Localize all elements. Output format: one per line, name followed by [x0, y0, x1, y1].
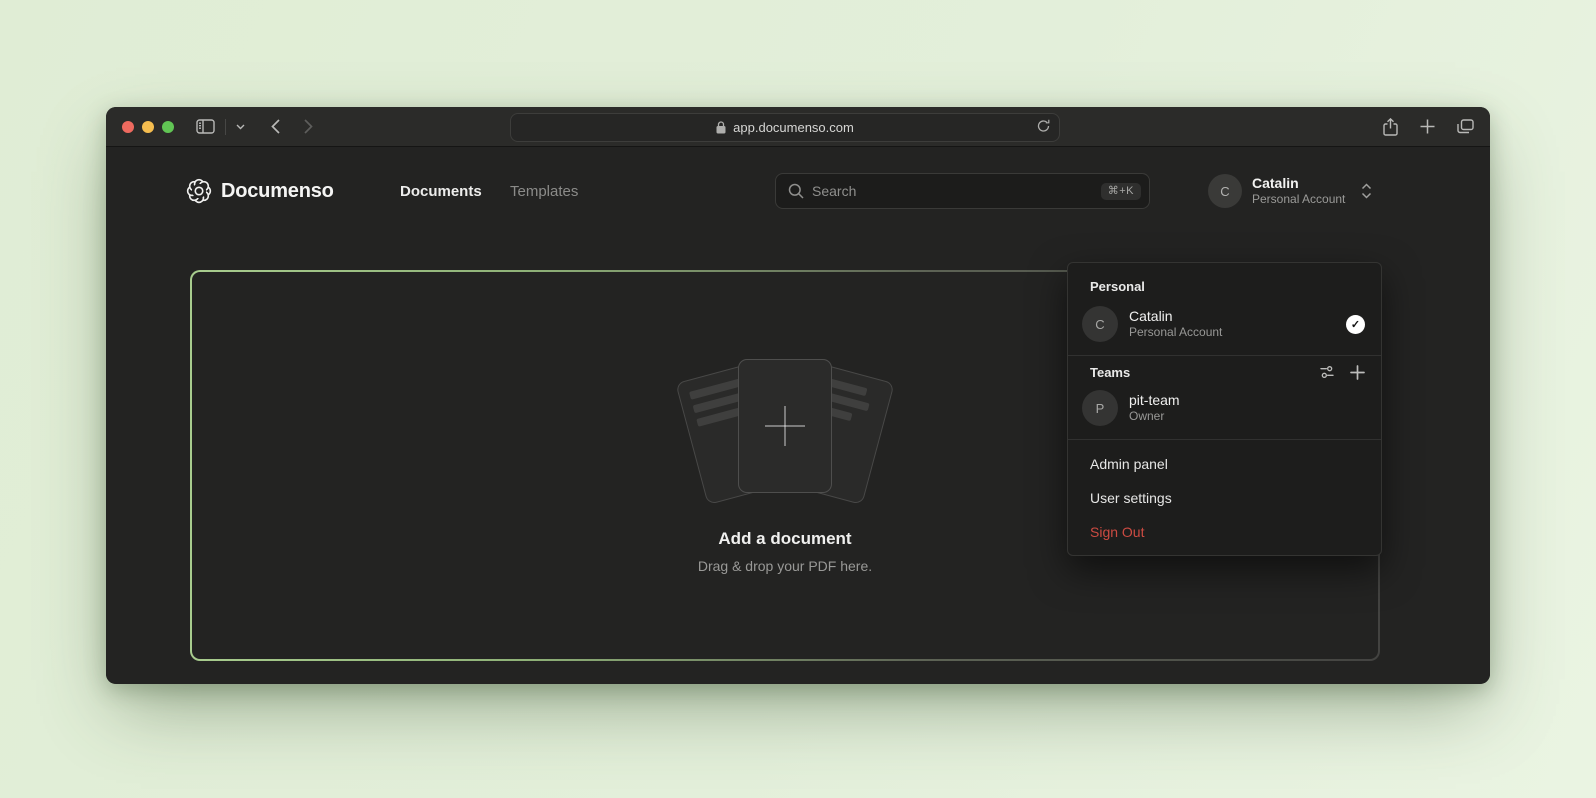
- browser-toolbar: app.documenso.com: [106, 107, 1490, 147]
- chevrons-up-down-icon: [1361, 183, 1372, 199]
- browser-window: app.documenso.com: [106, 107, 1490, 684]
- team-avatar: P: [1082, 390, 1118, 426]
- menu-divider: [1068, 439, 1381, 440]
- manage-teams-icon[interactable]: [1319, 364, 1335, 380]
- personal-section-label: Personal: [1090, 279, 1359, 294]
- back-button-icon[interactable]: [271, 119, 280, 134]
- account-name: Catalin: [1252, 175, 1345, 192]
- address-bar-url: app.documenso.com: [733, 120, 854, 135]
- traffic-lights: [122, 121, 174, 133]
- account-avatar: C: [1208, 174, 1242, 208]
- sidebar-chevron-down-icon[interactable]: [236, 124, 245, 130]
- menu-item-sign-out[interactable]: Sign Out: [1068, 515, 1381, 549]
- illustration-card-center: [738, 359, 832, 493]
- app-content: Documenso Documents Templates ⌘+K C Cata…: [106, 147, 1490, 683]
- team-name: pit-team: [1129, 392, 1180, 409]
- menu-divider: [1068, 355, 1381, 356]
- team-role: Owner: [1129, 409, 1180, 424]
- forward-button-icon: [304, 119, 313, 134]
- menu-item-admin-panel[interactable]: Admin panel: [1068, 447, 1381, 481]
- teams-section-label: Teams: [1090, 365, 1130, 380]
- personal-account-name: Catalin: [1129, 308, 1222, 325]
- search-shortcut-badge: ⌘+K: [1101, 183, 1141, 200]
- menu-item-user-settings[interactable]: User settings: [1068, 481, 1381, 515]
- plus-icon: [765, 406, 805, 446]
- nav-templates[interactable]: Templates: [510, 169, 578, 213]
- close-button[interactable]: [122, 121, 134, 133]
- search-icon: [788, 183, 804, 199]
- personal-account-avatar: C: [1082, 306, 1118, 342]
- search-input[interactable]: [812, 183, 1093, 199]
- nav-documents[interactable]: Documents: [400, 169, 482, 213]
- tab-overview-icon[interactable]: [1457, 119, 1474, 134]
- account-switcher[interactable]: C Catalin Personal Account: [1208, 174, 1372, 208]
- toolbar-separator: [225, 119, 226, 135]
- minimize-button[interactable]: [142, 121, 154, 133]
- reload-icon[interactable]: [1037, 119, 1050, 136]
- selected-check-icon: ✓: [1346, 315, 1365, 334]
- account-type: Personal Account: [1252, 192, 1345, 207]
- sidebar-toggle-icon[interactable]: [196, 119, 215, 134]
- zoom-button[interactable]: [162, 121, 174, 133]
- lock-icon: [716, 121, 726, 134]
- create-team-plus-icon[interactable]: [1350, 365, 1365, 380]
- address-bar[interactable]: app.documenso.com: [510, 113, 1060, 142]
- account-menu: Personal C Catalin Personal Account ✓ Te…: [1067, 262, 1382, 556]
- brand[interactable]: Documenso: [186, 169, 334, 213]
- search-bar[interactable]: ⌘+K: [775, 173, 1150, 209]
- brand-name: Documenso: [221, 180, 334, 203]
- dropzone-title: Add a document: [718, 529, 851, 549]
- dropzone-subtitle: Drag & drop your PDF here.: [698, 558, 872, 574]
- documenso-logo-icon: [186, 178, 212, 204]
- menu-team-item[interactable]: P pit-team Owner: [1068, 384, 1381, 432]
- menu-personal-account[interactable]: C Catalin Personal Account ✓: [1068, 300, 1381, 348]
- personal-account-type: Personal Account: [1129, 325, 1222, 340]
- documents-illustration: [670, 357, 900, 507]
- new-tab-icon[interactable]: [1420, 119, 1435, 134]
- share-icon[interactable]: [1383, 118, 1398, 136]
